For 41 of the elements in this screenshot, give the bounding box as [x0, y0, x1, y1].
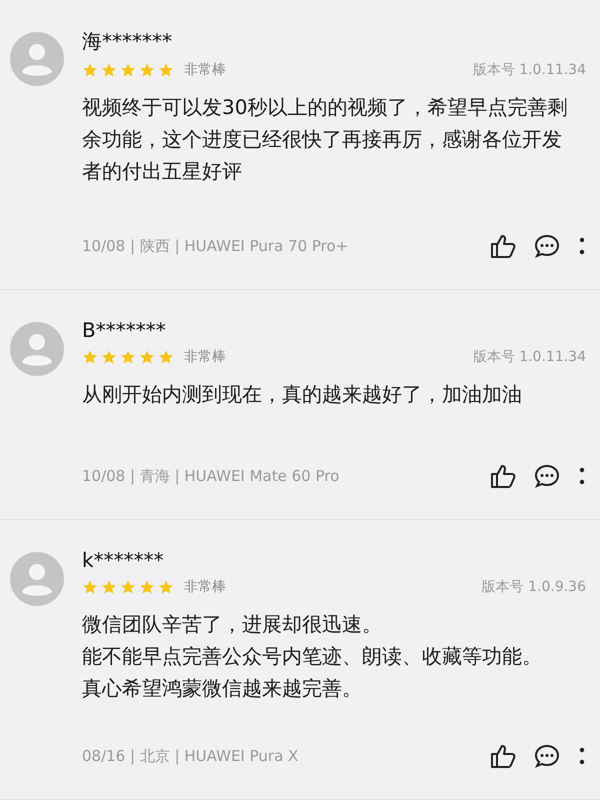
user-name: 海*******: [82, 28, 173, 55]
star-icon: [120, 62, 136, 78]
star-icon: [101, 349, 117, 365]
star-icon: [82, 62, 98, 78]
review-meta: 08/16 | 北京 | HUAWEI Pura X: [82, 746, 298, 766]
star-icon: [82, 349, 98, 365]
review-text: 真心希望鸿蒙微信越来越完善。: [82, 675, 363, 702]
avatar-icon: [10, 552, 64, 606]
star-icon: [101, 579, 117, 595]
rating-label: 非常棒: [184, 348, 226, 366]
thumbs-up-icon[interactable]: [490, 463, 516, 489]
review-text: 能不能早点完善公众号内笔迹、朗读、收藏等功能。: [82, 643, 543, 670]
review-text: 视频终于可以发30秒以上的的视频了，希望早点完善剩余功能，这个进度已经很快了再接再厉，感谢各位开发者的付出五星好评: [82, 94, 568, 185]
star-icon: [101, 62, 117, 78]
star-icon: [82, 579, 98, 595]
star-icon: [158, 62, 174, 78]
comment-icon[interactable]: [534, 463, 560, 489]
avatar-icon: [10, 322, 64, 376]
star-icon: [120, 349, 136, 365]
avatar-icon: [10, 32, 64, 86]
thumbs-up-icon[interactable]: [490, 233, 516, 259]
comment-icon[interactable]: [534, 743, 560, 769]
version-label: 版本号 1.0.9.36: [482, 578, 586, 596]
user-name: k*******: [82, 548, 165, 572]
star-icon: [158, 349, 174, 365]
thumbs-up-icon[interactable]: [490, 743, 516, 769]
star-icon: [139, 62, 155, 78]
review-text: 微信团队辛苦了，进展却很迅速。: [82, 611, 383, 638]
rating-label: 非常棒: [184, 578, 226, 596]
star-icon: [120, 579, 136, 595]
star-icon: [139, 579, 155, 595]
review-meta: 10/08 | 陕西 | HUAWEI Pura 70 Pro+: [82, 236, 348, 256]
review-text: 从刚开始内测到现在，真的越来越好了，加油加油: [82, 381, 523, 408]
rating-label: 非常棒: [184, 61, 226, 79]
version-label: 版本号 1.0.11.34: [472, 348, 586, 366]
user-name: B*******: [82, 318, 167, 342]
version-label: 版本号 1.0.11.34: [472, 61, 586, 79]
star-icon: [139, 349, 155, 365]
review-meta: 10/08 | 青海 | HUAWEI Mate 60 Pro: [82, 466, 340, 486]
star-icon: [158, 579, 174, 595]
comment-icon[interactable]: [534, 233, 560, 259]
